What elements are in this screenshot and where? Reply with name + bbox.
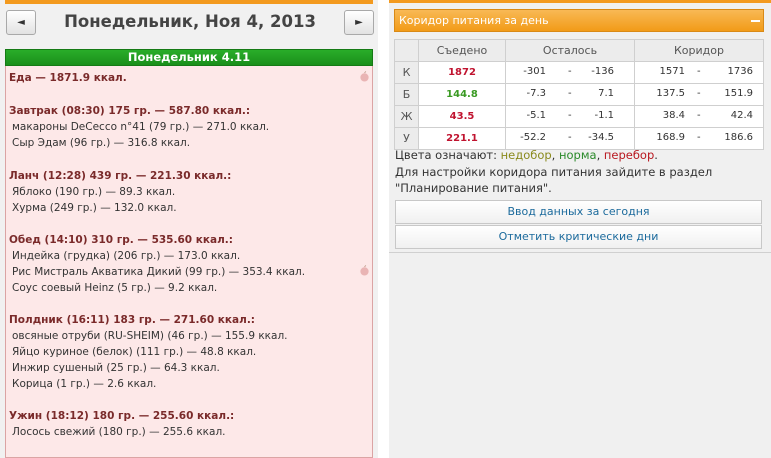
corridor-min: 137.5 [656,88,685,99]
remaining-max: 7.1 [598,88,614,99]
row-label: Б [394,83,419,106]
corridor-min: 1571 [659,66,685,77]
remaining-min: -7.3 [526,88,546,99]
legend-norm: норма [558,148,597,162]
remaining-max: -136 [591,66,614,77]
next-day-button[interactable]: ► [344,10,374,35]
corridor-table: Съедено Осталось Коридор К 1872 -301 - -… [394,39,764,150]
remaining-cell: -301 - -136 [505,61,635,84]
food-item: овсяные отруби (RU-SHEIM) (46 гр.) — 155… [12,330,288,342]
day-header: Понедельник 4.11 [5,49,373,66]
remaining-max: -34.5 [588,132,614,143]
day-total: Еда — 1871.9 ккал. [9,72,127,84]
table-row: Б 144.8 -7.3 - 7.1 137.5 - 151.9 [394,83,764,106]
table-header-row: Съедено Осталось Коридор [394,39,764,62]
col-corridor: Коридор [634,39,764,62]
corridor-max: 42.4 [730,110,753,121]
corridor-cell: 168.9 - 186.6 [634,127,764,150]
legend-over: перебор [603,148,655,162]
settings-note: Для настройки коридора питания зайдите в… [395,165,713,195]
prev-day-button[interactable]: ◄ [6,10,36,35]
remaining-cell: -7.3 - 7.1 [505,83,635,106]
legend-sep: , [551,148,559,162]
date-title: Понедельник, Ноя 4, 2013 [64,12,316,31]
meal-snack: Полдник (16:11) 183 гр. — 271.60 ккал.: [9,314,256,326]
range-dash: - [568,66,572,77]
top-accent-bar [5,0,373,4]
table-corner [394,39,419,62]
day-meals-body: Еда — 1871.9 ккал. Завтрак (08:30) 175 г… [5,66,373,458]
table-row: К 1872 -301 - -136 1571 - 1736 [394,61,764,84]
range-dash: - [568,132,572,143]
food-item: Сыр Эдам (96 гр.) — 316.8 ккал. [12,137,191,149]
remaining-min: -5.1 [526,110,546,121]
legend-under: недобор [500,148,552,162]
minus-icon [750,19,760,22]
eaten-value: 144.8 [418,83,506,106]
row-label: К [394,61,419,84]
legend-sep: , [596,148,604,162]
range-dash: - [697,110,701,121]
food-item: Хурма (249 гр.) — 132.0 ккал. [12,202,177,214]
corridor-min: 168.9 [656,132,685,143]
panel-header: Коридор питания за день [394,9,764,32]
legend-end: . [654,148,658,162]
mark-critical-days-button[interactable]: Отметить критические дни [395,225,762,249]
eaten-value: 221.1 [418,127,506,150]
row-label: Ж [394,105,419,128]
food-item: макароны DeCecco n°41 (79 гр.) — 271.0 к… [12,121,270,133]
corridor-cell: 137.5 - 151.9 [634,83,764,106]
remaining-min: -301 [523,66,546,77]
food-item: Индейка (грудка) (206 гр.) — 173.0 ккал. [12,250,241,262]
table-row: Ж 43.5 -5.1 - -1.1 38.4 - 42.4 [394,105,764,128]
meal-dinner: Обед (14:10) 310 гр. — 535.60 ккал.: [9,234,233,246]
color-legend: Цвета означают: недобор, норма, перебор. [395,148,658,162]
corridor-cell: 1571 - 1736 [634,61,764,84]
food-item: Яблоко (190 гр.) — 89.3 ккал. [12,186,176,198]
eaten-value: 1872 [418,61,506,84]
food-item: Соус соевый Heinz (5 гр.) — 9.2 ккал. [12,282,218,294]
panel-accent-bar [389,0,771,3]
table-row: У 221.1 -52.2 - -34.5 168.9 - 186.6 [394,127,764,150]
apple-icon[interactable] [359,71,370,82]
food-item: Лосось свежий (180 гр.) — 255.6 ккал. [12,426,226,438]
enter-today-button[interactable]: Ввод данных за сегодня [395,200,762,224]
panel-divider [389,252,771,253]
row-label: У [394,127,419,150]
corridor-cell: 38.4 - 42.4 [634,105,764,128]
range-dash: - [697,88,701,99]
food-item: Рис Мистраль Акватика Дикий (99 гр.) — 3… [12,266,306,278]
eaten-value: 43.5 [418,105,506,128]
col-remaining: Осталось [505,39,635,62]
corridor-max: 151.9 [724,88,753,99]
collapse-button[interactable] [750,16,760,25]
nutrition-corridor-panel: Коридор питания за день Съедено Осталось… [389,0,771,458]
corridor-max: 186.6 [724,132,753,143]
remaining-cell: -52.2 - -34.5 [505,127,635,150]
range-dash: - [697,66,701,77]
remaining-min: -52.2 [520,132,546,143]
meal-breakfast: Завтрак (08:30) 175 гр. — 587.80 ккал.: [9,105,251,117]
food-item: Корица (1 гр.) — 2.6 ккал. [12,378,157,390]
meal-supper: Ужин (18:12) 180 гр. — 255.60 ккал.: [9,410,235,422]
range-dash: - [697,132,701,143]
range-dash: - [568,88,572,99]
panel-title: Коридор питания за день [399,14,549,27]
food-item: Инжир сушеный (25 гр.) — 64.3 ккал. [12,362,220,374]
meal-lunch: Ланч (12:28) 439 гр. — 221.30 ккал.: [9,170,232,182]
range-dash: - [568,110,572,121]
legend-prefix: Цвета означают: [395,148,501,162]
remaining-max: -1.1 [594,110,614,121]
corridor-max: 1736 [727,66,753,77]
food-item: Яйцо куриное (белок) (111 гр.) — 48.8 кк… [12,346,257,358]
day-column: ◄ Понедельник, Ноя 4, 2013 ► Понедельник… [0,0,378,458]
remaining-cell: -5.1 - -1.1 [505,105,635,128]
col-eaten: Съедено [418,39,506,62]
apple-icon[interactable] [359,265,370,276]
corridor-min: 38.4 [662,110,685,121]
